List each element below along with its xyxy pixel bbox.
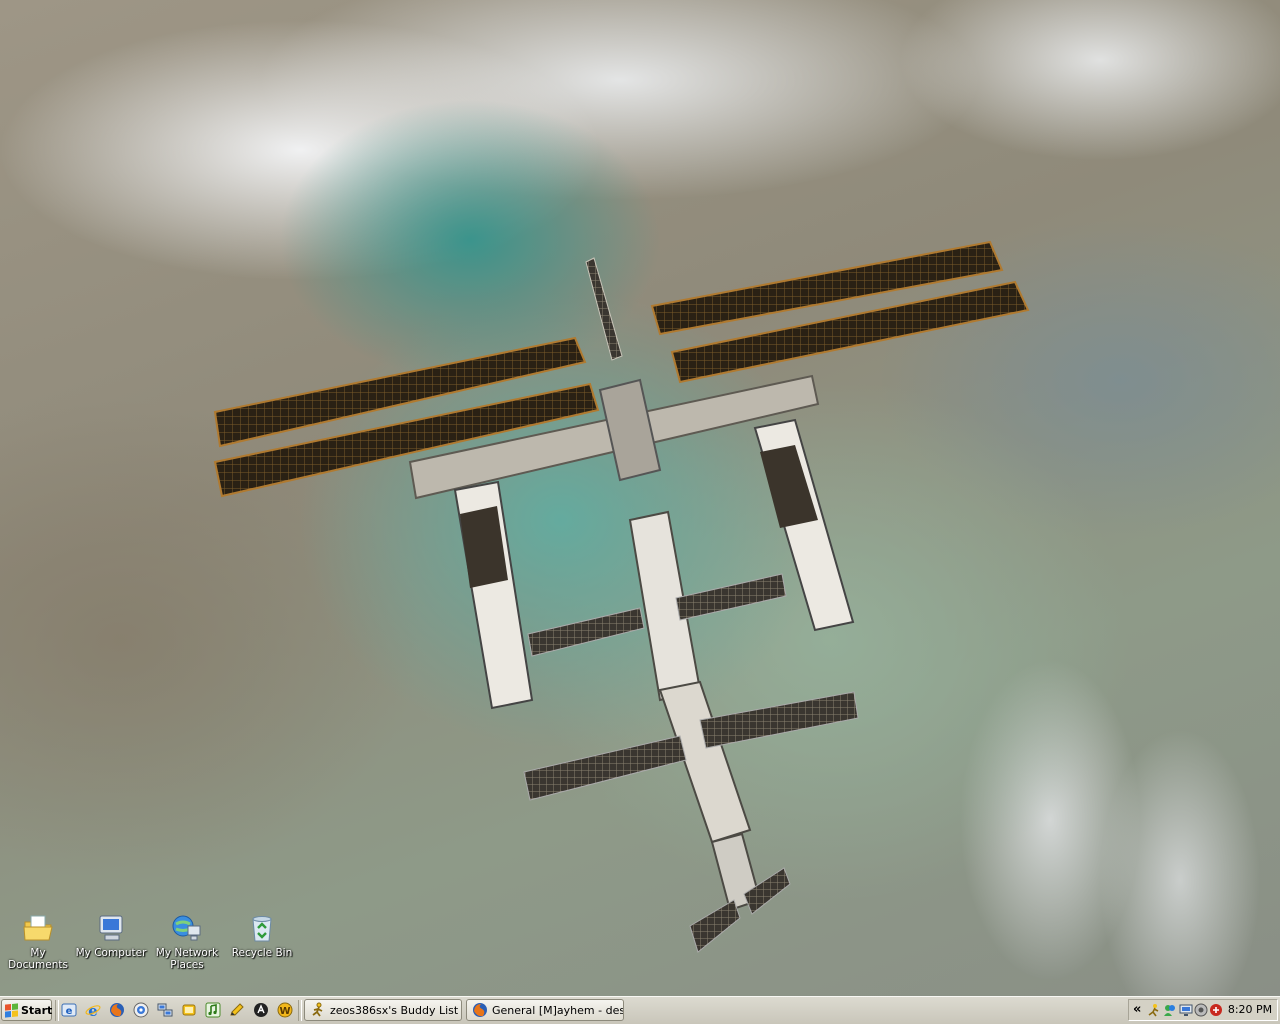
messenger-icon[interactable] [181, 1002, 197, 1018]
desktop-icon-my-computer[interactable]: My Computer [73, 912, 149, 959]
internet-explorer-icon[interactable]: e [85, 1002, 101, 1018]
network-places-icon [172, 915, 201, 941]
clock[interactable]: 8:20 PM [1225, 1003, 1275, 1016]
taskbar-separator [55, 1000, 59, 1021]
tray-expand-button[interactable]: « [1133, 1002, 1141, 1017]
media-icon[interactable] [253, 1002, 269, 1018]
ie-icon[interactable]: e [61, 1002, 77, 1018]
taskbar: Start e e W zeos386sx's Buddy List ... G… [0, 996, 1280, 1024]
w-icon[interactable]: W [277, 1002, 293, 1018]
outlook-icon[interactable] [133, 1002, 149, 1018]
monitor-icon[interactable] [1179, 1003, 1193, 1017]
antivirus-icon[interactable] [1209, 1003, 1223, 1017]
aim-running-man-icon [312, 1002, 323, 1017]
my-documents-icon [23, 915, 53, 941]
recycle-bin-icon [252, 916, 272, 942]
space-station-wallpaper [213, 240, 1030, 953]
start-button[interactable]: Start [1, 999, 52, 1021]
desktop-icon-label: My Computer [75, 947, 147, 959]
task-button-label: General [M]ayhem - desk... [492, 1003, 624, 1017]
desktop: My Documents My Computer My Network Plac… [0, 0, 1280, 996]
msn-icon[interactable] [1163, 1003, 1177, 1017]
winamp-icon[interactable] [205, 1002, 221, 1018]
desktop-icon-my-documents[interactable]: My Documents [0, 912, 76, 971]
desktop-icon-label: My Network Places [155, 947, 219, 971]
windows-flag-icon [5, 1002, 18, 1018]
speaker-icon[interactable] [1194, 1003, 1208, 1017]
svg-text:e: e [88, 1002, 98, 1018]
task-button-general-mayhem[interactable]: General [M]ayhem - desk... [466, 999, 624, 1021]
start-label: Start [21, 1003, 53, 1017]
desktop-icon-network-places[interactable]: My Network Places [149, 912, 225, 971]
pencil-icon[interactable] [229, 1002, 245, 1018]
aim-icon[interactable] [1147, 1003, 1161, 1017]
desktop-icon-recycle-bin[interactable]: Recycle Bin [224, 912, 300, 959]
desktop-icon-label: Recycle Bin [231, 947, 293, 959]
taskbar-separator [298, 1000, 302, 1021]
task-button-label: zeos386sx's Buddy List ... [330, 1003, 462, 1017]
svg-text:e: e [66, 1006, 73, 1017]
svg-text:W: W [279, 1006, 290, 1017]
my-computer-icon [99, 915, 123, 941]
task-button-buddy-list[interactable]: zeos386sx's Buddy List ... [304, 999, 462, 1021]
firefox-icon [473, 1003, 487, 1017]
desktop-icon-label: My Documents [8, 947, 68, 971]
network-icon[interactable] [157, 1002, 173, 1018]
system-tray: « 8:20 PM [1128, 999, 1278, 1021]
firefox-icon[interactable] [109, 1002, 125, 1018]
